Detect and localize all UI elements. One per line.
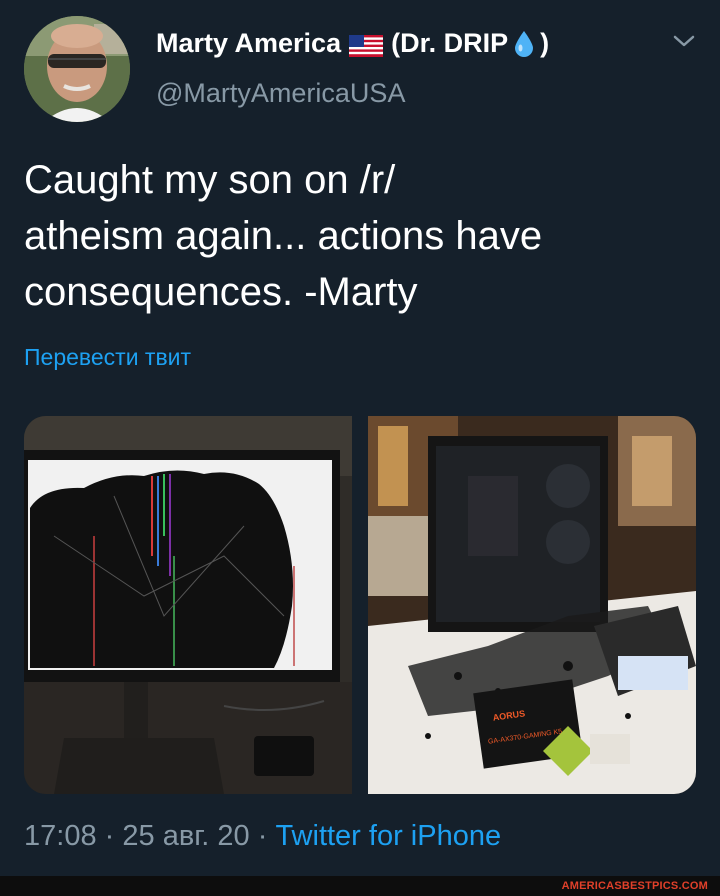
- smashed-monitor-photo[interactable]: [24, 416, 352, 794]
- tweet-time: 17:08: [24, 820, 97, 852]
- watermark-bar: AMERICASBESTPICS.COM: [0, 876, 720, 896]
- droplet-icon: [514, 30, 534, 58]
- tweet-media: AORUS GA-AX370-GAMING K5: [24, 416, 696, 794]
- avatar-image: [24, 16, 130, 122]
- author-name: Marty America: [156, 28, 342, 58]
- display-name[interactable]: Marty America (Dr. DRIP ): [156, 28, 549, 59]
- author-name-close: ): [540, 28, 550, 58]
- author-handle[interactable]: @MartyAmericaUSA: [156, 78, 405, 109]
- smashed-pc-case-photo[interactable]: AORUS GA-AX370-GAMING K5: [368, 416, 696, 794]
- author-name-suffix: (Dr. DRIP: [391, 28, 509, 58]
- avatar[interactable]: [24, 16, 130, 122]
- tweet-text: Caught my son on /r/ atheism again... ac…: [24, 158, 543, 314]
- translate-tweet-link[interactable]: Перевести твит: [24, 344, 191, 371]
- tweet-meta: 17:08 · 25 авг. 20 · Twitter for iPhone: [24, 820, 501, 853]
- meta-separator: ·: [104, 820, 115, 852]
- us-flag-icon: [349, 33, 384, 57]
- tweet-source-link[interactable]: Twitter for iPhone: [275, 820, 501, 852]
- tweet-date: 25 авг. 20: [122, 820, 250, 852]
- chevron-down-icon[interactable]: [672, 32, 696, 50]
- meta-separator: ·: [257, 820, 268, 852]
- watermark-text: AMERICASBESTPICS.COM: [561, 880, 708, 892]
